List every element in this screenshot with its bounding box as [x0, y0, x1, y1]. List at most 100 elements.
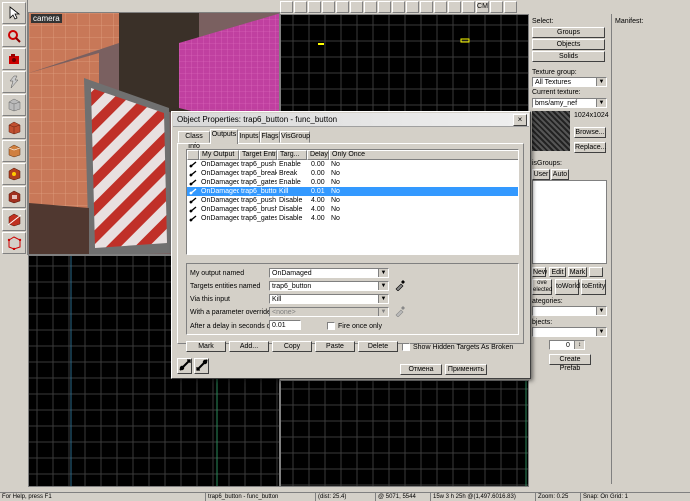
block-tool-icon[interactable] [2, 94, 26, 116]
apply-texture-tool-icon[interactable] [2, 140, 26, 162]
entity-tool-icon[interactable] [2, 71, 26, 93]
categories-label: ategories: [532, 298, 563, 305]
tab-user[interactable]: User [532, 169, 550, 180]
to-entity-button[interactable]: toEntity [581, 279, 606, 295]
override-select[interactable]: <none> ▼ [269, 307, 389, 317]
browse-button[interactable]: Browse... [574, 127, 606, 138]
target-select[interactable]: trap6_button ▼ [269, 281, 389, 291]
objects-select[interactable]: ▼ [532, 327, 607, 337]
apply-button[interactable]: Применить [445, 364, 487, 375]
tab-flags[interactable]: Flags [260, 131, 280, 143]
toolbar-button-icon[interactable] [392, 1, 405, 13]
toolbar-button-icon[interactable] [434, 1, 447, 13]
camera-tool-icon[interactable] [2, 48, 26, 70]
column-header-target[interactable]: Target Entity [239, 150, 277, 160]
to-world-button[interactable]: toWorld [555, 279, 580, 295]
toolbar-button-icon[interactable] [504, 1, 517, 13]
connection-icon [189, 179, 197, 186]
pointer-tool-icon[interactable] [2, 2, 26, 24]
table-row[interactable]: OnDamaged trap6_push Enable 0.00 No [187, 160, 518, 169]
table-row[interactable]: OnDamaged trap6_brush Disable 4.00 No [187, 205, 518, 214]
toolbar-button-icon[interactable] [280, 1, 293, 13]
table-row-selected[interactable]: OnDamaged trap6_button Kill 0.01 No [187, 187, 518, 196]
column-header-only-once[interactable]: Only Once [329, 150, 518, 160]
input-connections-icon[interactable] [194, 358, 209, 374]
create-prefab-button[interactable]: Create Prefab [549, 354, 591, 372]
mark-button[interactable]: Mark [186, 341, 226, 352]
toolbar-button-icon[interactable] [336, 1, 349, 13]
table-row[interactable]: OnDamaged trap6_break Break 0.00 No [187, 169, 518, 178]
categories-select[interactable]: ▼ [532, 306, 607, 316]
toolbar-button-icon[interactable] [490, 1, 503, 13]
row-output: OnDamaged [201, 170, 239, 177]
copy-button[interactable]: Copy [272, 341, 312, 352]
table-row[interactable]: OnDamaged trap6_push Disable 4.00 No [187, 196, 518, 205]
groups-button[interactable]: Groups [532, 27, 605, 38]
row-delay: 0.00 [311, 170, 325, 177]
tab-visgroup[interactable]: VisGroup [280, 131, 310, 143]
row-target: trap6_push [241, 197, 277, 204]
clip-tool-icon[interactable] [2, 209, 26, 231]
overlay-tool-icon[interactable] [2, 186, 26, 208]
outputs-list[interactable]: My Output Target Entity Targ... Delay On… [186, 149, 519, 255]
input-select[interactable]: Kill ▼ [269, 294, 389, 304]
table-row[interactable]: OnDamaged trap6_gates Disable 4.00 No [187, 214, 518, 223]
prefab-spinner[interactable]: 0 ↕ [549, 340, 585, 350]
new-visgroup-button[interactable]: New [532, 267, 547, 277]
solids-button[interactable]: Solids [532, 51, 605, 62]
tab-inputs[interactable]: Inputs [238, 131, 260, 143]
tab-class-info[interactable]: Class Info [178, 131, 210, 150]
mark-visgroup-button[interactable]: Mark [568, 267, 587, 277]
toolbar-button-icon[interactable] [420, 1, 433, 13]
table-row[interactable]: OnDamaged trap6_gates Enable 0.00 No [187, 178, 518, 187]
texture-group-select[interactable]: All Textures ▼ [532, 77, 607, 87]
visgroups-list[interactable] [532, 180, 607, 264]
toolbar-button-icon[interactable] [448, 1, 461, 13]
move-selected-button[interactable]: ove elected [532, 279, 552, 295]
decal-tool-icon[interactable] [2, 163, 26, 185]
toolbar-button-icon[interactable] [364, 1, 377, 13]
toolbar-button-icon[interactable] [350, 1, 363, 13]
front-viewport[interactable] [280, 380, 529, 487]
texture-tool-icon[interactable] [2, 117, 26, 139]
row-input: Enable [279, 179, 301, 186]
fire-once-checkbox[interactable] [327, 322, 335, 330]
current-texture-select[interactable]: bms/amy_nef ▼ [532, 98, 607, 108]
toolbar-button-icon[interactable] [378, 1, 391, 13]
visgroup-extra-button[interactable] [589, 267, 603, 277]
row-input: Disable [279, 206, 303, 213]
output-connections-icon[interactable] [177, 358, 192, 374]
vertex-tool-icon[interactable] [2, 232, 26, 254]
magnify-tool-icon[interactable] [2, 25, 26, 47]
objects-button[interactable]: Objects [532, 39, 605, 50]
row-target: trap6_button [241, 188, 277, 195]
dialog-titlebar[interactable]: Object Properties: trap6_button - func_b… [173, 113, 529, 127]
show-hidden-checkbox[interactable] [402, 343, 410, 351]
toolbar-button-icon[interactable] [294, 1, 307, 13]
column-header-delay[interactable]: Delay [307, 150, 329, 160]
eyedropper-icon[interactable] [394, 279, 406, 291]
delete-button[interactable]: Delete [358, 341, 398, 352]
chevron-down-icon: ▼ [596, 78, 606, 86]
row-output: OnDamaged [201, 188, 239, 195]
column-header-input[interactable]: Targ... [277, 150, 307, 160]
toolbar-button-cm[interactable]: CM [476, 1, 489, 13]
toolbar-button-icon[interactable] [322, 1, 335, 13]
output-select[interactable]: OnDamaged ▼ [269, 268, 389, 278]
tab-outputs[interactable]: Outputs [210, 129, 238, 144]
column-header-output[interactable]: My Output [199, 150, 239, 160]
manifest-panel: Manifest: [611, 14, 690, 484]
edit-visgroup-button[interactable]: Edit [549, 267, 566, 277]
top-toolbar: CM [280, 0, 530, 14]
close-icon[interactable]: × [513, 114, 527, 126]
toolbar-button-icon[interactable] [308, 1, 321, 13]
tab-auto[interactable]: Auto [551, 169, 569, 180]
replace-button[interactable]: Replace... [574, 142, 607, 153]
paste-button[interactable]: Paste [315, 341, 355, 352]
cancel-button[interactable]: Отмена [400, 364, 442, 375]
toolbar-button-icon[interactable] [462, 1, 475, 13]
toolbar-button-icon[interactable] [406, 1, 419, 13]
delay-input[interactable]: 0.01 [269, 320, 301, 330]
spinner-arrows-icon[interactable]: ↕ [574, 341, 584, 349]
add-button[interactable]: Add... [229, 341, 269, 352]
